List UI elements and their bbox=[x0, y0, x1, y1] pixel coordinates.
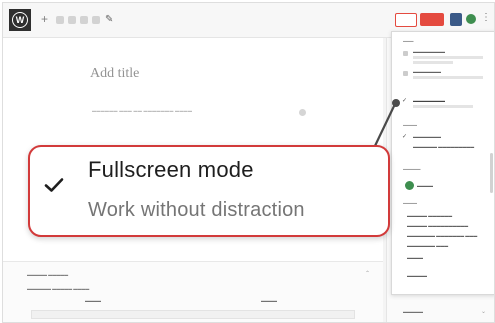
fullscreen-mode-label: Fullscreen mode bbox=[88, 157, 254, 182]
fullscreen-mode-description: Work without distraction bbox=[88, 199, 305, 221]
fullscreen-callout[interactable]: Fullscreen mode Work without distraction bbox=[28, 145, 390, 237]
checkmark-icon bbox=[44, 178, 64, 192]
